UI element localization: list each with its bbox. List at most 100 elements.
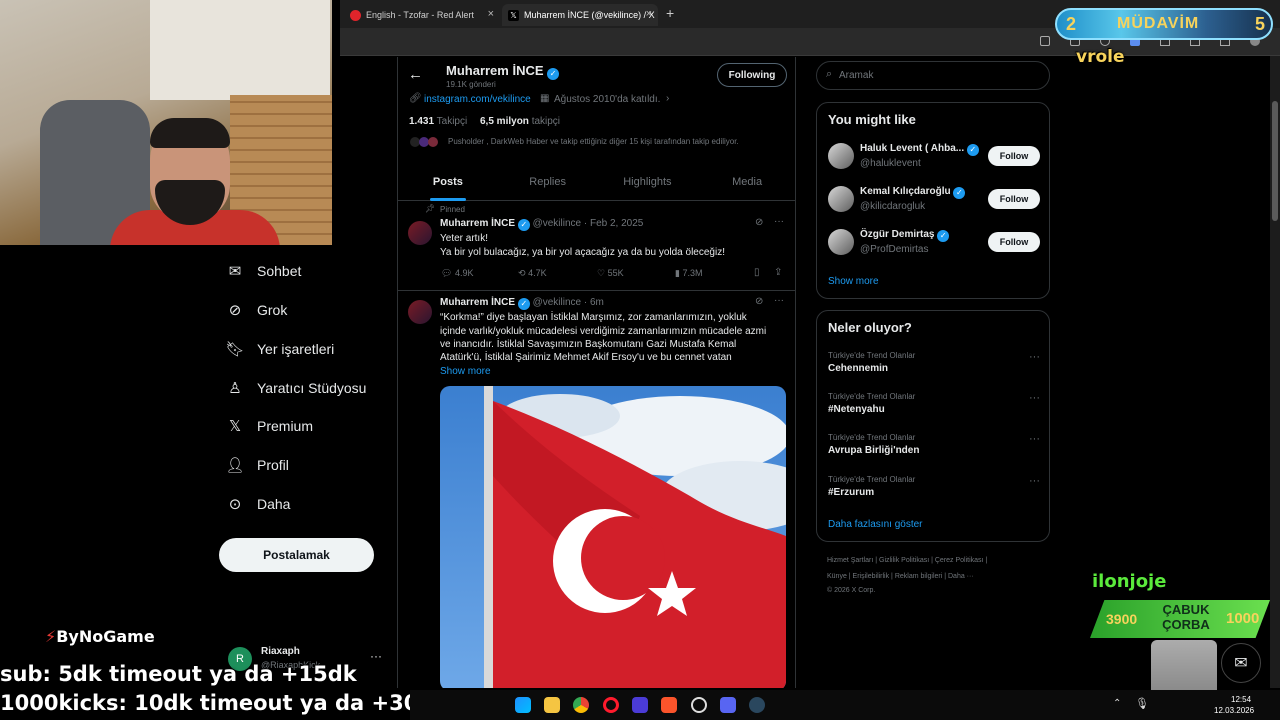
new-tab-button[interactable]: + (666, 5, 674, 21)
like-action[interactable]: ♡ 55K (597, 268, 624, 279)
show-more-link[interactable]: Show more (828, 276, 879, 287)
trend-topic: #Netenyahu (828, 404, 885, 415)
post-text-line: içinde varlık/yokluk mücadelesi verdiğim… (440, 326, 767, 337)
suggestion-item[interactable]: Özgür Demirtaş ✓ @ProfDemirtas Follow (828, 229, 1040, 259)
bookmark-icon[interactable]: ▯ (754, 267, 760, 278)
more-icon[interactable]: ··· (774, 295, 784, 306)
x-logo-icon: 𝕏 (228, 418, 242, 435)
followers-count: 6,5 milyon (480, 116, 529, 127)
trend-item[interactable]: Türkiye'de Trend Olanlar Avrupa Birliği'… (828, 433, 1040, 463)
chrome-icon[interactable] (573, 697, 589, 713)
clock-date[interactable]: 12.03.2026 (1214, 706, 1254, 715)
close-tab-icon[interactable]: × (646, 8, 652, 20)
sidebar-item-label: Yaratıcı Stüdyosu (257, 380, 367, 396)
suggestion-item[interactable]: Kemal Kılıçdaroğlu ✓ @kilicdarogluk Foll… (828, 186, 1040, 216)
copyright: © 2026 X Corp. (827, 587, 876, 594)
sidebar-item-label: Profil (257, 457, 289, 473)
clock-time[interactable]: 12:54 (1231, 695, 1251, 704)
suggestion-name: Kemal Kılıçdaroğlu (860, 186, 951, 197)
trends-title: Neler oluyor? (828, 320, 912, 335)
scrollbar-thumb[interactable] (1272, 101, 1278, 221)
reply-action[interactable]: 💬︎ 4.9K (441, 268, 473, 279)
repost-action[interactable]: ⟲ 4.7K (518, 268, 547, 279)
more-icon[interactable]: ··· (1029, 475, 1040, 487)
more-icon[interactable]: ··· (1029, 351, 1040, 363)
back-arrow-icon[interactable]: ← (408, 66, 423, 83)
grok-icon[interactable]: ⊘ (755, 217, 763, 228)
sidebar-item-grok[interactable]: ⊘ Grok (226, 298, 288, 322)
discord-icon[interactable] (720, 697, 736, 713)
mail-icon: ✉ (228, 263, 242, 280)
avatar (828, 143, 854, 169)
browser-tab-x-profile[interactable]: 𝕏 Muharrem İNCE (@vekilince) / X × (502, 4, 658, 26)
more-icon[interactable]: ··· (1029, 392, 1040, 404)
steam-icon[interactable] (749, 697, 765, 713)
taskbar (410, 690, 1280, 720)
suggestion-name: Haluk Levent ( Ahba... (860, 143, 965, 154)
followers-stat[interactable]: 6,5 milyon takipçi (480, 116, 560, 127)
sidebar-item-profile[interactable]: 👤︎ Profil (225, 453, 289, 477)
tab-media[interactable]: Media (697, 165, 795, 200)
suggestion-item[interactable]: Haluk Levent ( Ahba... ✓ @haluklevent Fo… (828, 143, 1040, 173)
opera-icon[interactable] (603, 697, 619, 713)
avatar[interactable] (408, 300, 432, 324)
windows-start-icon[interactable] (515, 697, 531, 713)
avatar[interactable] (408, 221, 432, 245)
pinned-post[interactable]: 📌︎ Pinned Muharrem İNCE ✓ @vekilince · F… (398, 201, 795, 291)
views-action[interactable]: ▮ 7.3M (675, 268, 702, 279)
following-button[interactable]: Following (717, 63, 787, 87)
show-more-trends-link[interactable]: Daha fazlasını göster (828, 519, 923, 530)
tab-replies[interactable]: Replies (498, 165, 598, 200)
tray-chevron-icon[interactable]: ⌃ (1113, 698, 1121, 709)
sidebar-item-bookmarks[interactable]: 🔖︎ Yer işaretleri (225, 337, 334, 361)
tab-highlights[interactable]: Highlights (598, 165, 698, 200)
person-icon: 👤︎ (225, 457, 245, 474)
trend-context: Türkiye'de Trend Olanlar (828, 433, 916, 442)
trend-item[interactable]: Türkiye'de Trend Olanlar Cehennemin ··· (828, 351, 1040, 381)
post-button[interactable]: Postalamak (219, 538, 374, 572)
follow-button[interactable]: Follow (988, 146, 1040, 166)
browser-tab-red-alert[interactable]: English - Tzofar - Red Alert × (344, 4, 500, 26)
file-explorer-icon[interactable] (544, 697, 560, 713)
joined-date: Ağustos 2010'da katıldı. (554, 94, 661, 105)
follow-button[interactable]: Follow (988, 232, 1040, 252)
sidebar-item-sohbet[interactable]: ✉ Sohbet (226, 259, 302, 283)
messages-button[interactable]: ✉ (1221, 643, 1261, 683)
more-icon[interactable]: ··· (1029, 433, 1040, 445)
profile-link[interactable]: instagram.com/vekilince (424, 94, 531, 105)
tab-posts[interactable]: Posts (398, 165, 498, 201)
sidebar-item-more[interactable]: ⊙ Daha (226, 492, 291, 516)
verified-badge-icon: ✓ (547, 68, 560, 80)
pinned-label: Pinned (440, 205, 465, 214)
footer-links[interactable]: Hizmet Şartları | Gizlilik Politikası | … (827, 557, 987, 564)
post-image-flag[interactable] (440, 386, 786, 688)
followed-by-text[interactable]: Pusholder , DarkWeb Haber ve takip ettiğ… (448, 137, 739, 146)
sidebar-item-premium[interactable]: 𝕏 Premium (226, 414, 313, 438)
page-scrollbar[interactable] (1270, 56, 1280, 688)
close-tab-icon[interactable]: × (488, 8, 494, 20)
more-icon[interactable]: ··· (774, 216, 784, 227)
footer-links[interactable]: Künye | Erişilebilirlik | Reklam bilgile… (827, 573, 974, 580)
post-author[interactable]: Muharrem İNCE (440, 218, 515, 229)
following-stat[interactable]: 1.431 Takipçi (409, 116, 467, 127)
show-more-link[interactable]: Show more (440, 366, 491, 377)
share-icon[interactable]: ⇪ (774, 267, 782, 278)
bookmark-icon: 🔖︎ (225, 341, 245, 358)
trend-item[interactable]: Türkiye'de Trend Olanlar #Netenyahu ··· (828, 392, 1040, 422)
microphone-icon[interactable]: 🎙︎ (1135, 697, 1149, 710)
post[interactable]: Muharrem İNCE ✓ @vekilince · 6m ⊘ ··· “K… (398, 291, 795, 688)
follow-button[interactable]: Follow (988, 189, 1040, 209)
x-logo-icon: 𝕏 (508, 10, 519, 21)
trend-item[interactable]: Türkiye'de Trend Olanlar #Erzurum ··· (828, 475, 1040, 505)
grok-icon[interactable]: ⊘ (755, 296, 763, 307)
sidebar-item-studio[interactable]: ♙ Yaratıcı Stüdyosu (226, 376, 366, 400)
chatgpt-icon[interactable] (691, 697, 707, 713)
brave-icon[interactable] (661, 697, 677, 713)
search-input[interactable] (816, 61, 1050, 90)
translate-icon[interactable] (1040, 36, 1050, 46)
post-author[interactable]: Muharrem İNCE (440, 297, 515, 308)
more-icon[interactable]: ··· (370, 649, 382, 663)
app-icon[interactable] (632, 697, 648, 713)
heart-icon: ♡ (597, 268, 606, 278)
avatar (828, 229, 854, 255)
